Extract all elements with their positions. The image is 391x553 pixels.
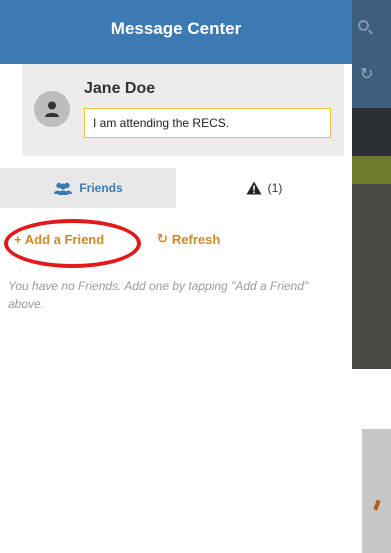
add-friend-button[interactable]: + Add a Friend [14, 232, 104, 247]
status-input[interactable] [84, 108, 331, 138]
plus-icon: + [14, 232, 22, 247]
user-name: Jane Doe [84, 80, 156, 97]
user-card: Jane Doe [22, 64, 344, 156]
tab-friends-label: Friends [79, 181, 123, 195]
user-icon [45, 101, 59, 117]
tab-friends[interactable]: Friends [0, 168, 176, 208]
background-app-header: ↻ [352, 0, 391, 108]
background-app: ↻ ok [352, 0, 391, 553]
add-friend-label: Add a Friend [24, 232, 105, 247]
refresh-icon: ↻ [157, 232, 168, 247]
refresh-label: Refresh [171, 232, 221, 247]
status-area: Jane Doe [0, 64, 352, 168]
background-app-content [352, 184, 391, 553]
background-app-bar: ok [352, 108, 391, 253]
friends-content: + Add a Friend ↻ Refresh You have no Fri… [0, 208, 352, 369]
refresh-button[interactable]: ↻ Refresh [157, 232, 220, 247]
background-app-strip [352, 156, 391, 184]
message-center-header: Message Center [0, 0, 352, 64]
tab-bar: Friends (1) [0, 168, 352, 208]
empty-friends-message: You have no Friends. Add one by tapping … [8, 279, 309, 311]
page-title: Message Center [110, 19, 242, 38]
tab-alerts[interactable]: (1) [176, 168, 352, 208]
background-app-card [362, 429, 391, 553]
avatar [34, 91, 70, 127]
users-icon [54, 182, 73, 195]
message-center-panel: Message Center Jane Doe Friend [0, 0, 352, 369]
tab-alerts-count: (1) [267, 181, 283, 195]
refresh-icon[interactable]: ↻ [360, 64, 373, 83]
warning-icon [246, 181, 262, 195]
search-icon[interactable] [358, 20, 369, 31]
